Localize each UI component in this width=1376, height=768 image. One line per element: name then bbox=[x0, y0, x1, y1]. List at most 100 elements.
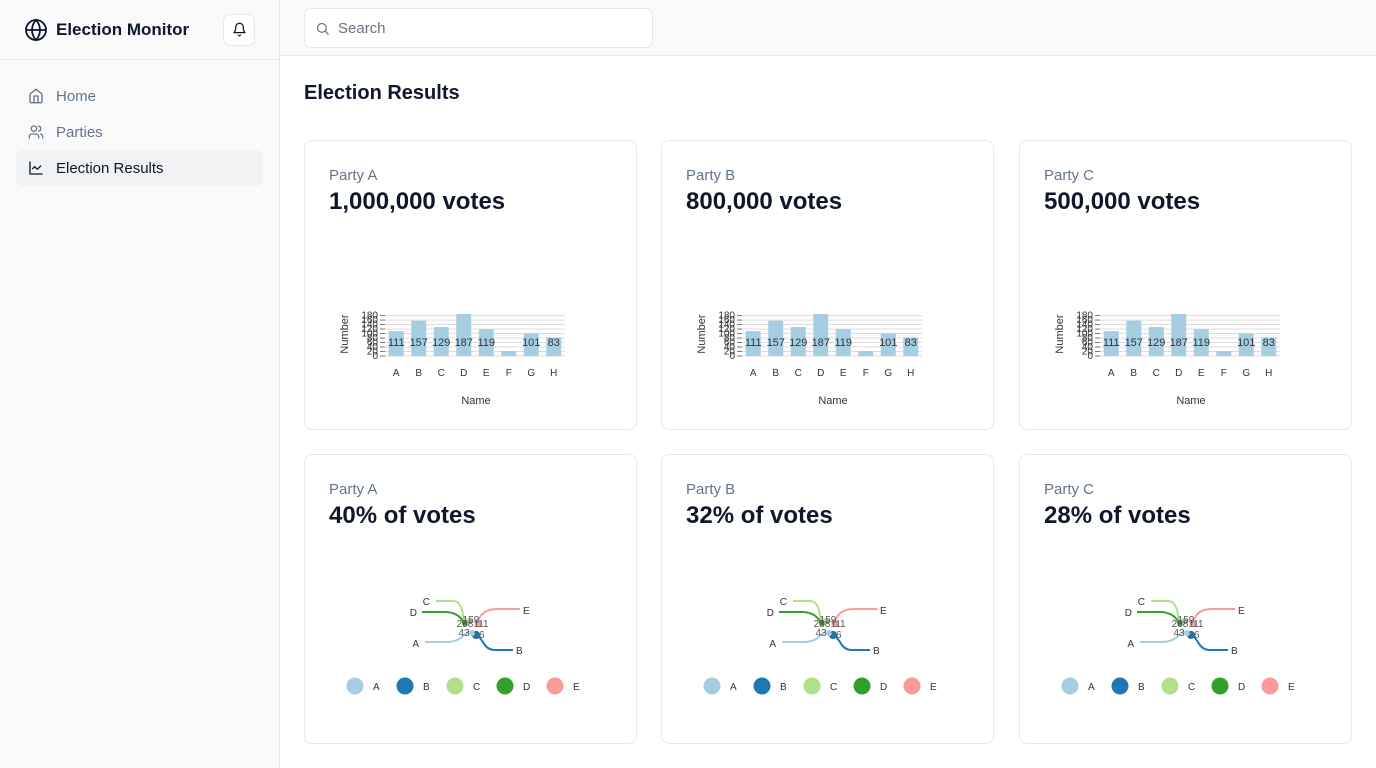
x-tick-label: E bbox=[1198, 368, 1205, 379]
y-tick-label: 180 bbox=[718, 311, 735, 322]
x-tick-label: D bbox=[1175, 368, 1182, 379]
party-a-share-card: A B C D E 288 159 111 43 26 A B C D E Party A 40% of v… bbox=[304, 454, 637, 744]
legend-swatch-c bbox=[1161, 677, 1179, 695]
party-a-votes-card: 0 20 40 60 80 100 120 140 160 180 111 A 157 B 129 C 187 D… bbox=[304, 140, 637, 430]
legend-label: C bbox=[1188, 682, 1195, 693]
legend-swatch-d bbox=[496, 677, 514, 695]
sidebar-item-home[interactable]: Home bbox=[16, 78, 263, 114]
card-value: 28% of votes bbox=[1044, 502, 1191, 529]
series-label: B bbox=[516, 646, 523, 657]
value-label: 26 bbox=[830, 630, 842, 641]
bar-data-label: 157 bbox=[1125, 337, 1143, 349]
bar-data-label: 157 bbox=[767, 337, 785, 349]
bar-data-label: 157 bbox=[410, 337, 428, 349]
card-label: Party B bbox=[686, 481, 736, 498]
bar-data-label: 83 bbox=[548, 337, 560, 349]
value-label: 26 bbox=[1188, 630, 1200, 641]
series-label: A bbox=[1127, 639, 1134, 650]
bar bbox=[501, 351, 517, 356]
bump-chart: ABCD E28815911143 26A B C D E bbox=[346, 597, 580, 695]
x-tick-label: F bbox=[506, 368, 512, 379]
legend-swatch-e bbox=[1261, 677, 1279, 695]
sidebar-item-election-results[interactable]: Election Results bbox=[16, 150, 263, 186]
sidebar-item-label: Parties bbox=[56, 123, 103, 141]
x-tick-label: D bbox=[460, 368, 467, 379]
bar-data-label: 187 bbox=[1170, 337, 1188, 349]
series-label: D bbox=[1125, 608, 1132, 619]
x-axis-label: Name bbox=[461, 395, 490, 407]
series-label: B bbox=[873, 646, 880, 657]
legend-label: A bbox=[730, 682, 737, 693]
legend-swatch-a bbox=[346, 677, 364, 695]
legend-label: B bbox=[1138, 682, 1145, 693]
value-label: 26 bbox=[473, 630, 485, 641]
legend-swatch-e bbox=[546, 677, 564, 695]
card-value: 500,000 votes bbox=[1044, 188, 1201, 215]
series-label: D bbox=[767, 608, 774, 619]
bar-data-label: 101 bbox=[1237, 337, 1255, 349]
series-label: B bbox=[1231, 646, 1238, 657]
bar-data-label: 187 bbox=[812, 337, 830, 349]
x-tick-label: H bbox=[1265, 368, 1272, 379]
party-c-share-card: A B C D E 288 159 111 43 26 A B C D E Party C 28% of v… bbox=[1019, 454, 1352, 744]
value-label: 111 bbox=[1188, 619, 1204, 630]
bar-data-label: 111 bbox=[745, 337, 762, 349]
x-tick-label: G bbox=[527, 368, 535, 379]
legend-label: B bbox=[423, 682, 430, 693]
x-axis-label: Name bbox=[818, 395, 847, 407]
users-icon bbox=[28, 124, 44, 140]
x-tick-label: C bbox=[1153, 368, 1160, 379]
x-tick-label: A bbox=[393, 368, 400, 379]
search-icon bbox=[315, 21, 330, 36]
x-tick-label: D bbox=[817, 368, 824, 379]
legend-label: E bbox=[573, 682, 580, 693]
legend-swatch-e bbox=[903, 677, 921, 695]
bar-data-label: 83 bbox=[1263, 337, 1275, 349]
value-label: 111 bbox=[830, 619, 846, 630]
bar-data-label: 119 bbox=[477, 337, 495, 349]
y-tick-label: 180 bbox=[361, 311, 378, 322]
legend-swatch-a bbox=[703, 677, 721, 695]
legend-label: D bbox=[523, 682, 530, 693]
legend-swatch-b bbox=[1111, 677, 1129, 695]
app-title: Election Monitor bbox=[56, 19, 190, 39]
bar-data-label: 129 bbox=[1147, 337, 1165, 349]
bar-data-label: 129 bbox=[432, 337, 450, 349]
series-label: C bbox=[1138, 597, 1145, 608]
legend-label: A bbox=[373, 682, 380, 693]
bar-chart: 020406080100120140160180111A157B129C187D… bbox=[1054, 311, 1280, 407]
bar-data-label: 187 bbox=[455, 337, 473, 349]
sidebar-item-parties[interactable]: Parties bbox=[16, 114, 263, 150]
x-tick-label: C bbox=[438, 368, 445, 379]
bar-data-label: 101 bbox=[879, 337, 897, 349]
card-value: 32% of votes bbox=[686, 502, 833, 529]
party-b-votes-card: 0 20 40 60 80 100 120 140 160 180 111 A 157 B 129 C 187 D… bbox=[661, 140, 994, 430]
party-b-share-card: A B C D E 288 159 111 43 26 A B C D E Party B 32% of v… bbox=[661, 454, 994, 744]
series-label: C bbox=[780, 597, 787, 608]
bar bbox=[813, 314, 829, 356]
y-axis-label: Number bbox=[1054, 314, 1066, 353]
value-label: 43 bbox=[815, 628, 827, 639]
legend-label: C bbox=[473, 682, 480, 693]
search-box bbox=[304, 8, 653, 48]
bump-chart: ABCD E28815911143 26A B C D E bbox=[1061, 597, 1295, 695]
x-tick-label: C bbox=[795, 368, 802, 379]
bar bbox=[858, 351, 874, 356]
bar-data-label: 101 bbox=[522, 337, 540, 349]
bar-data-label: 111 bbox=[388, 337, 405, 349]
notifications-button[interactable] bbox=[223, 13, 255, 46]
legend-label: E bbox=[930, 682, 937, 693]
legend-label: D bbox=[880, 682, 887, 693]
series-label: E bbox=[1238, 606, 1245, 617]
bell-icon bbox=[232, 22, 247, 37]
series-label: E bbox=[523, 606, 530, 617]
x-tick-label: G bbox=[884, 368, 892, 379]
search-input[interactable] bbox=[338, 19, 638, 37]
x-tick-label: A bbox=[750, 368, 757, 379]
legend-label: D bbox=[1238, 682, 1245, 693]
x-axis-label: Name bbox=[1176, 395, 1205, 407]
series-label: D bbox=[410, 608, 417, 619]
x-tick-label: B bbox=[415, 368, 422, 379]
sidebar-nav: Home Parties Election Results bbox=[0, 60, 279, 204]
x-tick-label: B bbox=[772, 368, 779, 379]
